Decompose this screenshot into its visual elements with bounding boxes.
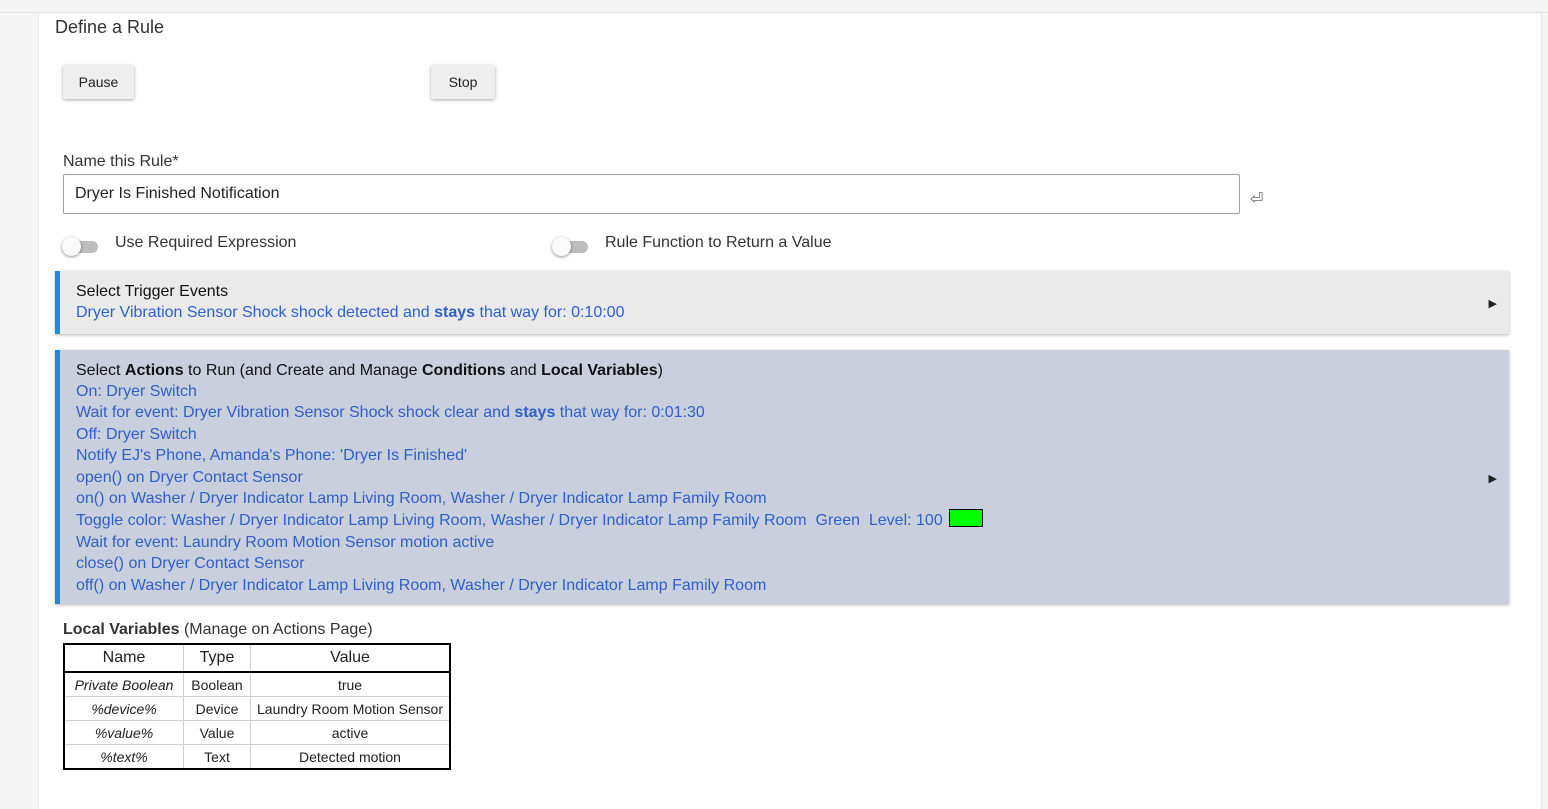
enter-icon: ⏎ xyxy=(1250,191,1264,208)
variable-type: Value xyxy=(183,720,251,745)
table-row: %device% Device Laundry Room Motion Sens… xyxy=(64,696,450,721)
pause-button[interactable]: Pause xyxy=(63,65,134,99)
trigger-section-title: Select Trigger Events xyxy=(76,283,229,300)
table-row: %text% Text Detected motion xyxy=(64,744,450,769)
toggle-knob xyxy=(552,237,571,256)
top-bar xyxy=(0,0,1548,13)
color-swatch xyxy=(949,509,984,528)
action-line: Wait for event: Laundry Room Motion Sens… xyxy=(76,533,495,551)
table-header-row: Name Type Value xyxy=(64,644,450,673)
toggle-knob xyxy=(62,237,81,256)
variable-type: Boolean xyxy=(183,672,251,697)
variable-value: active xyxy=(250,720,450,745)
variable-value: true xyxy=(250,672,450,697)
action-line: close() on Dryer Contact Sensor xyxy=(76,555,305,573)
trigger-events-section[interactable]: Select Trigger Events Dryer Vibration Se… xyxy=(55,271,1509,334)
rule-name-input[interactable] xyxy=(63,174,1240,214)
variable-name: %value% xyxy=(64,720,184,745)
local-variables-title: Local Variables (Manage on Actions Page) xyxy=(63,621,373,638)
column-header-type: Type xyxy=(183,644,251,673)
return-value-label: Rule Function to Return a Value xyxy=(605,234,832,251)
table-row: Private Boolean Boolean true xyxy=(64,672,450,697)
action-line: Off: Dryer Switch xyxy=(76,425,197,443)
action-line: open() on Dryer Contact Sensor xyxy=(76,468,303,486)
variable-name: %text% xyxy=(64,744,184,769)
action-line: On: Dryer Switch xyxy=(76,383,197,400)
table-row: %value% Value active xyxy=(64,720,450,745)
local-variables-table: Name Type Value Private Boolean Boolean … xyxy=(63,643,451,770)
variable-name: %device% xyxy=(64,696,184,721)
variable-value: Detected motion xyxy=(299,748,401,765)
required-expression-label: Use Required Expression xyxy=(115,234,297,251)
required-expression-toggle[interactable] xyxy=(62,237,100,256)
action-line: on() on Washer / Dryer Indicator Lamp Li… xyxy=(76,490,767,508)
expand-arrow-icon: ▶ xyxy=(1488,473,1497,485)
column-header-value: Value xyxy=(250,644,450,673)
action-line: Notify EJ's Phone, Amanda's Phone: 'Drye… xyxy=(76,447,468,465)
actions-section[interactable]: Select Actions to Run (and Create and Ma… xyxy=(55,350,1509,604)
actions-section-title: Select Actions to Run (and Create and Ma… xyxy=(76,362,663,379)
action-line: Toggle color: Washer / Dryer Indicator L… xyxy=(76,509,1493,531)
expand-arrow-icon: ▶ xyxy=(1488,298,1497,310)
stop-button[interactable]: Stop xyxy=(431,65,495,99)
action-line: Wait for event: Dryer Vibration Sensor S… xyxy=(76,404,705,422)
rule-card: Define a Rule Pause Stop Name this Rule*… xyxy=(38,13,1542,809)
variable-type: Text xyxy=(183,744,251,769)
rule-name-label: Name this Rule* xyxy=(63,153,179,170)
page-title: Define a Rule xyxy=(55,17,165,37)
trigger-line: Dryer Vibration Sensor Shock shock detec… xyxy=(76,304,625,321)
variable-value: Laundry Room Motion Sensor xyxy=(250,696,450,721)
variable-name: Private Boolean xyxy=(64,672,184,697)
variable-type: Device xyxy=(183,696,251,721)
return-value-toggle[interactable] xyxy=(552,237,590,256)
column-header-name: Name xyxy=(64,644,184,673)
action-line: off() on Washer / Dryer Indicator Lamp L… xyxy=(76,576,767,594)
